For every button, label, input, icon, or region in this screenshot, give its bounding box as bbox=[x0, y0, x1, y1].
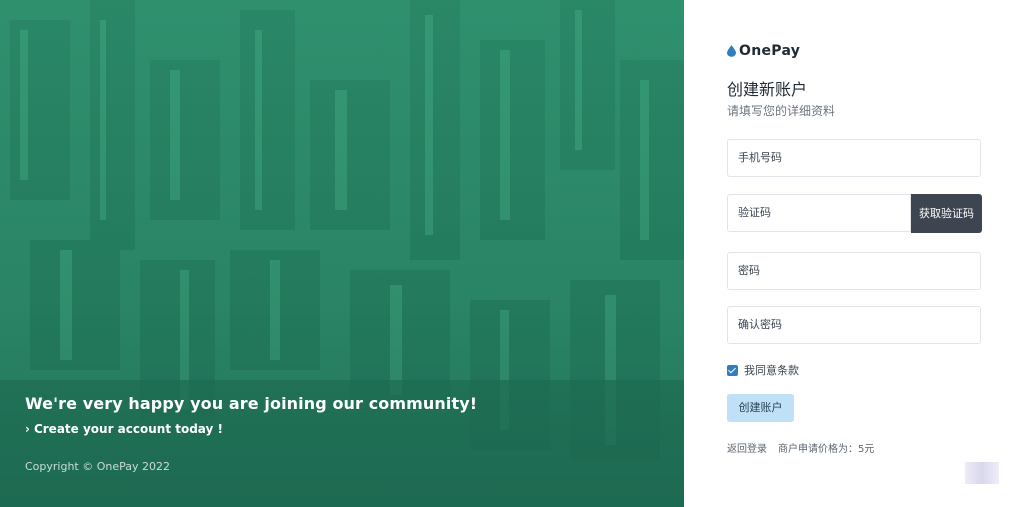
back-to-login-link[interactable]: 返回登录 bbox=[727, 440, 767, 455]
brand-logo[interactable]: OnePay bbox=[727, 43, 800, 59]
create-account-button[interactable]: 创建账户 bbox=[727, 394, 794, 422]
hero-subline: › Create your account today ! bbox=[25, 422, 223, 436]
verification-code-input[interactable]: 验证码 bbox=[727, 194, 911, 232]
hero-panel: We're very happy you are joining our com… bbox=[0, 0, 684, 507]
hero-headline: We're very happy you are joining our com… bbox=[25, 394, 478, 413]
get-code-button[interactable]: 获取验证码 bbox=[911, 194, 982, 233]
hero-sub-text: Create your account today ! bbox=[33, 422, 224, 436]
footer-links: 返回登录 商户申请价格为：5元 bbox=[727, 440, 874, 455]
agree-checkbox[interactable] bbox=[727, 364, 738, 376]
agree-terms-row[interactable]: 我同意条款 bbox=[727, 362, 799, 378]
page-title: 创建新账户 bbox=[727, 80, 808, 99]
copyright-text: Copyright © OnePay 2022 bbox=[25, 460, 171, 473]
signup-panel: OnePay 创建新账户 请填写您的详细资料 手机号码 验证码 获取验证码 密码… bbox=[684, 0, 1023, 507]
page-subtitle: 请填写您的详细资料 bbox=[727, 104, 836, 118]
brand-name: OnePay bbox=[739, 43, 801, 59]
corner-thumbnail-icon bbox=[965, 462, 999, 484]
password-input[interactable]: 密码 bbox=[727, 252, 981, 290]
agree-terms-label[interactable]: 我同意条款 bbox=[744, 362, 799, 378]
chevron-right-icon: › bbox=[25, 422, 30, 436]
water-drop-icon bbox=[727, 45, 736, 57]
phone-input[interactable]: 手机号码 bbox=[727, 139, 981, 177]
confirm-password-input[interactable]: 确认密码 bbox=[727, 306, 981, 344]
merchant-price-text: 商户申请价格为：5元 bbox=[778, 444, 875, 455]
